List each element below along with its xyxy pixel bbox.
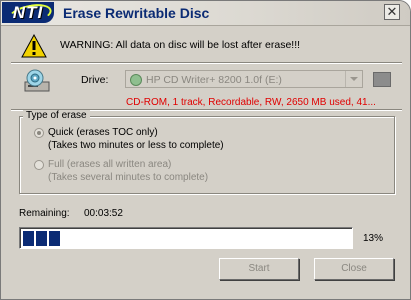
remaining-label: Remaining: [19, 208, 70, 219]
cd-drive-icon [24, 69, 50, 92]
full-erase-label[interactable]: Full (erases all written area) [48, 159, 171, 170]
quick-erase-label[interactable]: Quick (erases TOC only) [48, 127, 158, 138]
warning-text: WARNING: All data on disc will be lost a… [60, 39, 301, 51]
drive-options-button[interactable] [373, 72, 391, 87]
dropdown-arrow[interactable] [345, 71, 362, 87]
nti-logo: NTI [2, 0, 54, 29]
close-button[interactable]: Close [314, 258, 394, 280]
erase-type-legend: Type of erase [23, 110, 90, 121]
drive-dropdown[interactable]: HP CD Writer+ 8200 1.0f (E:) [125, 70, 363, 88]
erase-progress-bar [19, 227, 353, 249]
window-title: Erase Rewritable Disc [63, 5, 210, 21]
erase-disc-dialog: NTI Erase Rewritable Disc ✕ WARNING: All… [0, 0, 411, 300]
remaining-time: 00:03:52 [84, 208, 123, 219]
drive-small-icon [130, 74, 142, 86]
progress-percent: 13% [363, 233, 384, 244]
quick-erase-detail: (Takes two minutes or less to complete) [48, 140, 224, 151]
progress-segment [23, 231, 34, 246]
quick-erase-radio[interactable] [34, 128, 44, 138]
divider [11, 62, 402, 64]
progress-segment [36, 231, 47, 246]
title-bar: NTI Erase Rewritable Disc ✕ [1, 0, 410, 29]
start-button[interactable]: Start [219, 258, 299, 280]
full-erase-radio[interactable] [34, 160, 44, 170]
logo-text: NTI [12, 3, 44, 22]
chevron-down-icon [350, 77, 358, 81]
full-erase-detail: (Takes several minutes to complete) [48, 172, 209, 183]
close-window-button[interactable]: ✕ [384, 4, 400, 20]
drive-selected-value: HP CD Writer+ 8200 1.0f (E:) [146, 74, 282, 86]
drive-info-text: CD-ROM, 1 track, Recordable, RW, 2650 MB… [126, 97, 376, 108]
progress-segment [49, 231, 60, 246]
warning-icon [21, 34, 47, 58]
drive-label: Drive: [81, 74, 109, 86]
